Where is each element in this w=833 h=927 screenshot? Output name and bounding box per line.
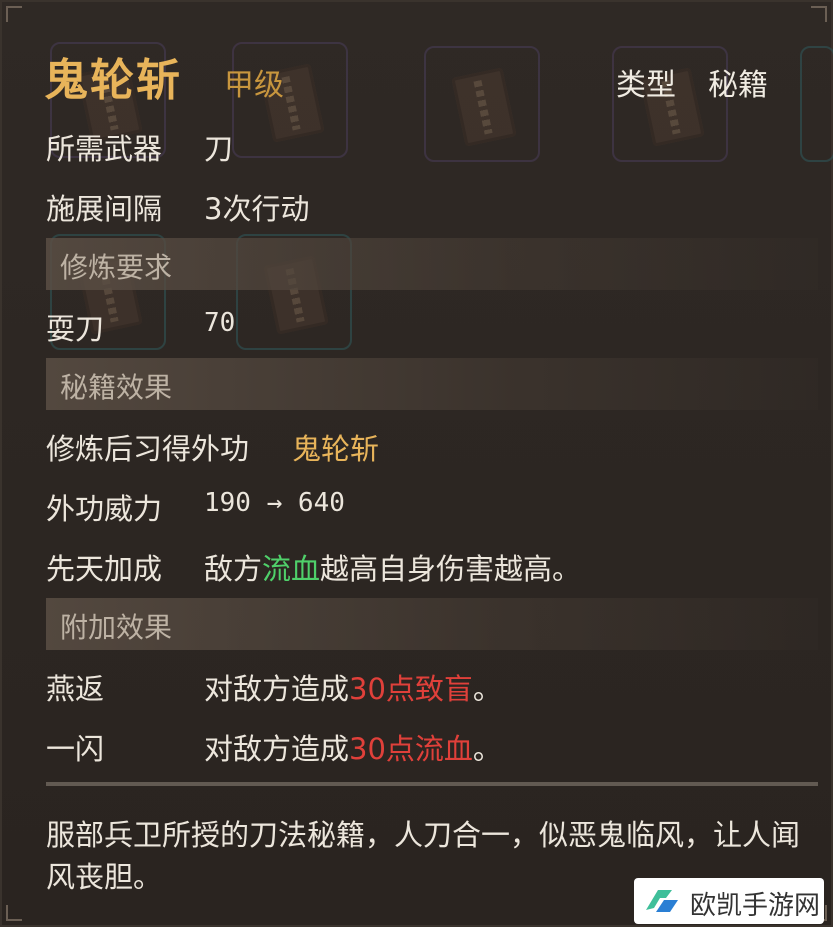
- item-title: 鬼轮斩: [44, 55, 182, 106]
- type-value: 秘籍: [708, 68, 768, 103]
- book-slot-icon: [800, 46, 833, 162]
- frame-corner: [6, 905, 22, 921]
- weapon-label: 所需武器: [46, 132, 163, 166]
- extra-effect-label: 一闪: [46, 732, 105, 766]
- power-value: 190 → 640: [204, 488, 345, 518]
- extra-effect-highlight: 30点流血: [349, 732, 473, 766]
- book-slot-icon: [424, 46, 540, 162]
- innate-text-pre: 敌方: [204, 552, 263, 586]
- extra-effect-highlight: 30点致盲: [349, 672, 473, 706]
- extra-effect-label: 燕返: [46, 672, 105, 706]
- extra-effect-value: 对敌方造成30点流血。: [204, 726, 502, 768]
- learn-skill-label: 修炼后习得外功: [46, 432, 250, 466]
- effects-header-label: 秘籍效果: [60, 371, 173, 404]
- requirements-header-label: 修炼要求: [60, 251, 173, 284]
- extra-effects-header: 附加效果: [46, 598, 818, 650]
- interval-label: 施展间隔: [46, 192, 163, 226]
- watermark: 欧凯手游网: [634, 878, 824, 924]
- divider: [46, 782, 818, 786]
- extra-effect-pre: 对敌方造成: [204, 672, 350, 706]
- extra-effect-value: 对敌方造成30点致盲。: [204, 666, 502, 708]
- innate-text-post: 越高自身伤害越高。: [320, 552, 582, 586]
- requirement-label: 耍刀: [46, 312, 105, 346]
- watermark-logo-icon: [646, 890, 678, 912]
- extra-effect-post: 。: [472, 672, 502, 706]
- requirements-header: 修炼要求: [46, 238, 818, 290]
- item-tooltip-panel: 鬼轮斩 甲级 类型 秘籍 所需武器 刀 施展间隔 3次行动 修炼要求 耍刀 70…: [0, 0, 833, 927]
- extra-effects-header-label: 附加效果: [60, 611, 173, 644]
- learn-skill-value: 鬼轮斩: [292, 432, 380, 466]
- bleed-keyword: 流血: [262, 552, 321, 586]
- frame-corner: [6, 6, 22, 22]
- type-label: 类型: [616, 68, 676, 103]
- watermark-text: 欧凯手游网: [690, 891, 821, 921]
- weapon-value: 刀: [204, 132, 234, 166]
- item-grade: 甲级: [224, 68, 284, 103]
- power-label: 外功威力: [46, 492, 163, 526]
- innate-value: 敌方流血越高自身伤害越高。: [204, 546, 581, 588]
- interval-value: 3次行动: [204, 192, 310, 226]
- effects-header: 秘籍效果: [46, 358, 818, 410]
- requirement-value: 70: [204, 308, 236, 338]
- extra-effect-post: 。: [472, 732, 502, 766]
- extra-effect-pre: 对敌方造成: [204, 732, 350, 766]
- innate-label: 先天加成: [46, 552, 163, 586]
- frame-corner: [811, 6, 827, 22]
